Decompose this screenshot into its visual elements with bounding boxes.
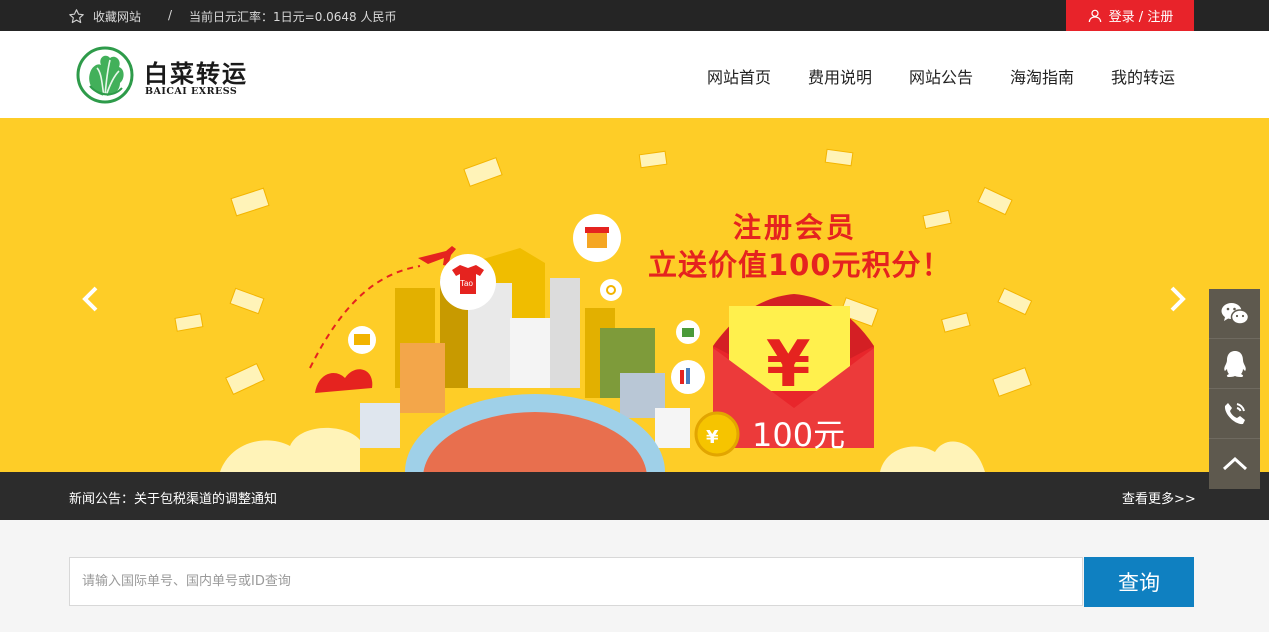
nav-my-shipments[interactable]: 我的转运 xyxy=(1111,64,1175,88)
side-wechat-button[interactable] xyxy=(1209,289,1260,339)
user-icon xyxy=(1088,9,1101,22)
view-more-link[interactable]: 查看更多>> xyxy=(1122,488,1196,507)
side-qq-button[interactable] xyxy=(1209,339,1260,389)
cabbage-logo-icon xyxy=(76,46,134,104)
login-register-label: 登录 / 注册 xyxy=(1108,10,1174,25)
banner-next-arrow-icon[interactable] xyxy=(1164,284,1190,314)
exchange-rate-text: 当前日元汇率：1日元=0.0648 人民币 xyxy=(189,10,397,24)
side-back-to-top-button[interactable] xyxy=(1209,439,1260,489)
phone-icon xyxy=(1224,402,1245,424)
logo-name: 白菜转运 xyxy=(144,59,248,88)
site-header: 白菜转运 BAICAI EXRESS 网站首页 费用说明 网站公告 海淘指南 我… xyxy=(0,31,1269,118)
news-headline-link[interactable]: 新闻公告：关于包税渠道的调整通知 xyxy=(69,488,277,507)
shirt-tag-text: Tao xyxy=(460,279,473,288)
site-logo[interactable]: 白菜转运 BAICAI EXRESS xyxy=(76,46,246,106)
nav-shopping-guide[interactable]: 海淘指南 xyxy=(1010,64,1074,88)
qq-icon xyxy=(1223,350,1246,377)
svg-text:¥: ¥ xyxy=(766,328,811,402)
svg-text:¥: ¥ xyxy=(706,427,719,448)
wechat-icon xyxy=(1221,302,1249,325)
news-bar: 新闻公告：关于包税渠道的调整通知 查看更多>> xyxy=(0,472,1269,520)
topbar-separator: / xyxy=(168,8,173,22)
login-register-button[interactable]: 登录 / 注册 xyxy=(1066,0,1194,31)
top-bar: 收藏网站 / 当前日元汇率：1日元=0.0648 人民币 登录 / 注册 xyxy=(0,0,1269,31)
tracking-search-input[interactable] xyxy=(69,557,1083,606)
banner-prev-arrow-icon[interactable] xyxy=(78,284,104,314)
logo-subtitle: BAICAI EXRESS xyxy=(145,86,238,97)
side-phone-button[interactable] xyxy=(1209,389,1260,439)
promo-headline-2: 立送价值100元积分！ xyxy=(648,248,952,282)
nav-announcements[interactable]: 网站公告 xyxy=(909,64,973,88)
nav-home[interactable]: 网站首页 xyxy=(707,64,771,88)
promo-headline-1: 注册会员 xyxy=(733,211,858,244)
favorite-site-link[interactable]: 收藏网站 xyxy=(68,7,141,25)
envelope-amount: 100元 xyxy=(752,416,846,454)
star-icon xyxy=(69,8,84,23)
side-toolbar xyxy=(1209,289,1260,489)
banner-illustration: Tao ¥ ¥ xyxy=(174,148,1033,472)
promo-banner[interactable]: Tao ¥ ¥ 注册会员 立送价值100元积分！ 100元 xyxy=(0,118,1269,472)
back-to-top-icon xyxy=(1222,456,1247,471)
search-button[interactable]: 查询 xyxy=(1084,557,1194,607)
favorite-site-label: 收藏网站 xyxy=(93,9,142,24)
nav-fee-info[interactable]: 费用说明 xyxy=(808,64,872,88)
